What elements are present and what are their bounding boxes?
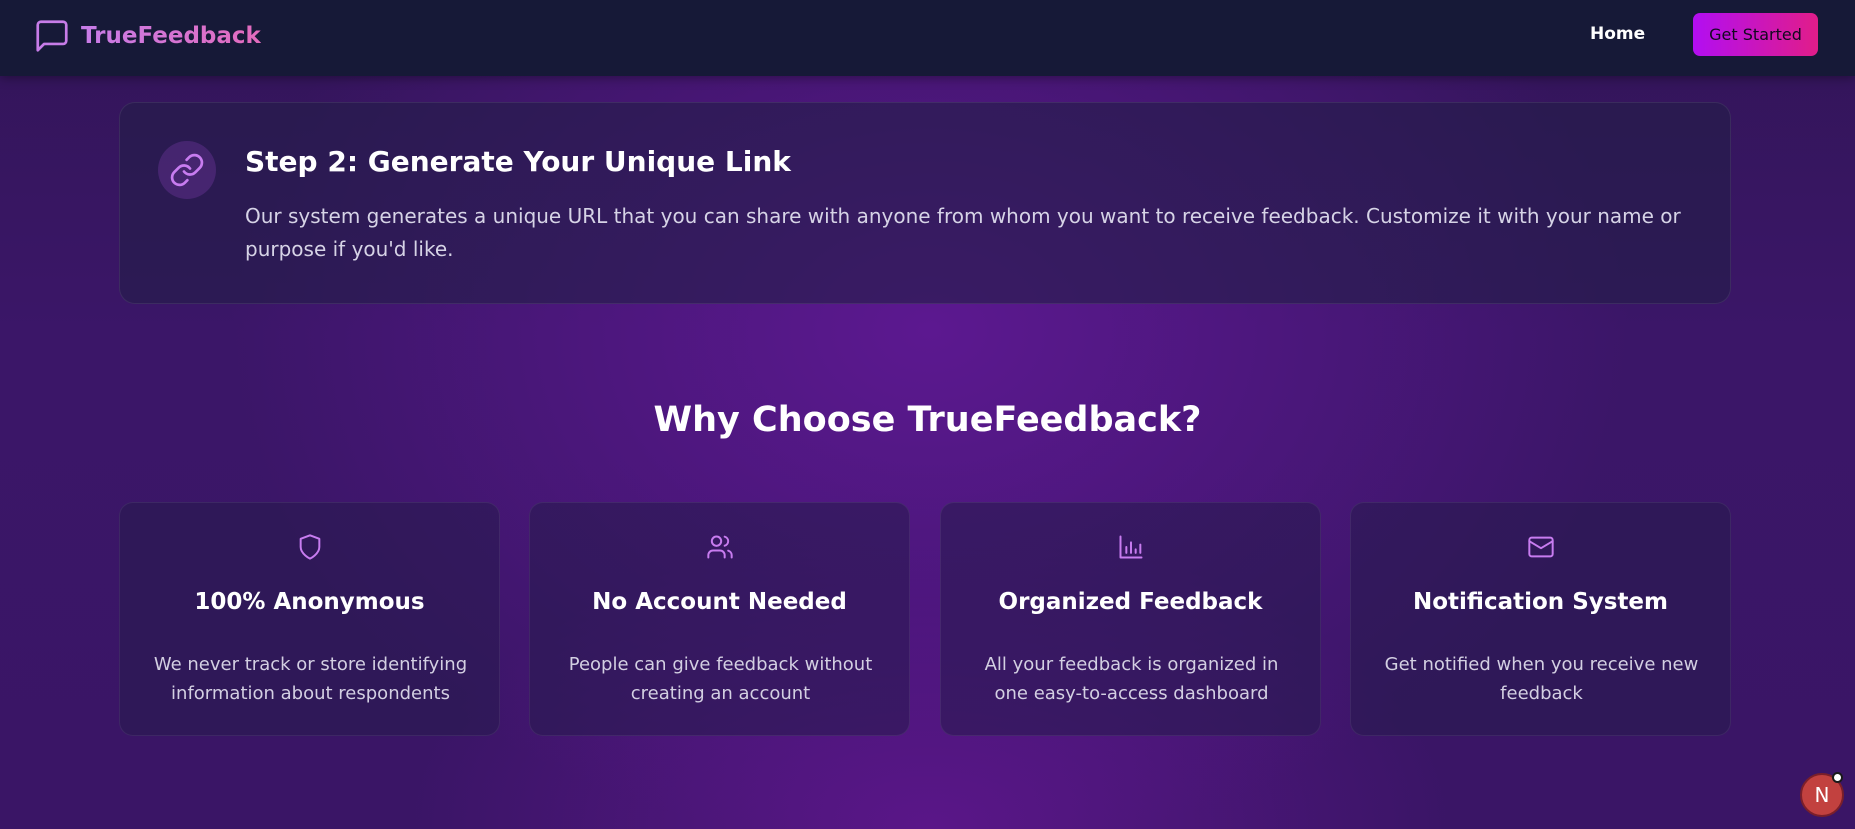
top-navbar: TrueFeedback Home Get Started	[0, 0, 1855, 76]
feature-title: 100% Anonymous	[194, 589, 425, 615]
feature-description: All your feedback is organized in one ea…	[984, 654, 1279, 704]
features-section-title: Why Choose TrueFeedback?	[653, 400, 1202, 440]
step-card: Step 2: Generate Your Unique Link Our sy…	[119, 102, 1731, 304]
mail-icon	[1527, 536, 1554, 558]
brand-name: TrueFeedback	[81, 23, 261, 49]
feature-description: People can give feedback without creatin…	[568, 654, 873, 704]
feature-card-no-account: No Account Needed People can give feedba…	[529, 502, 910, 736]
feature-title: Organized Feedback	[998, 589, 1263, 615]
message-square-icon	[36, 20, 68, 52]
step-description: Our system generates a unique URL that y…	[245, 204, 1681, 261]
nav-home-link[interactable]: Home	[1590, 24, 1645, 44]
get-started-button[interactable]: Get Started	[1693, 13, 1818, 56]
dev-status-dot	[1832, 772, 1843, 783]
features-grid: 100% Anonymous We never track or store i…	[119, 502, 1731, 736]
step-title: Step 2: Generate Your Unique Link	[245, 145, 791, 178]
dev-badge-letter: N	[1814, 783, 1830, 807]
feature-card-anonymous: 100% Anonymous We never track or store i…	[119, 502, 500, 736]
feature-description: We never track or store identifying info…	[153, 654, 468, 704]
feature-description: Get notified when you receive new feedba…	[1384, 654, 1699, 704]
brand-logo-link[interactable]: TrueFeedback	[33, 17, 261, 55]
feature-title: Notification System	[1413, 589, 1668, 615]
bar-chart-icon	[1119, 535, 1142, 559]
shield-icon	[299, 534, 320, 560]
feature-card-organized: Organized Feedback All your feedback is …	[940, 502, 1321, 736]
feature-card-notification: Notification System Get notified when yo…	[1350, 502, 1731, 736]
feature-title: No Account Needed	[592, 589, 847, 615]
step-icon-badge	[158, 141, 216, 199]
link-icon	[170, 153, 204, 187]
users-icon	[706, 535, 733, 559]
